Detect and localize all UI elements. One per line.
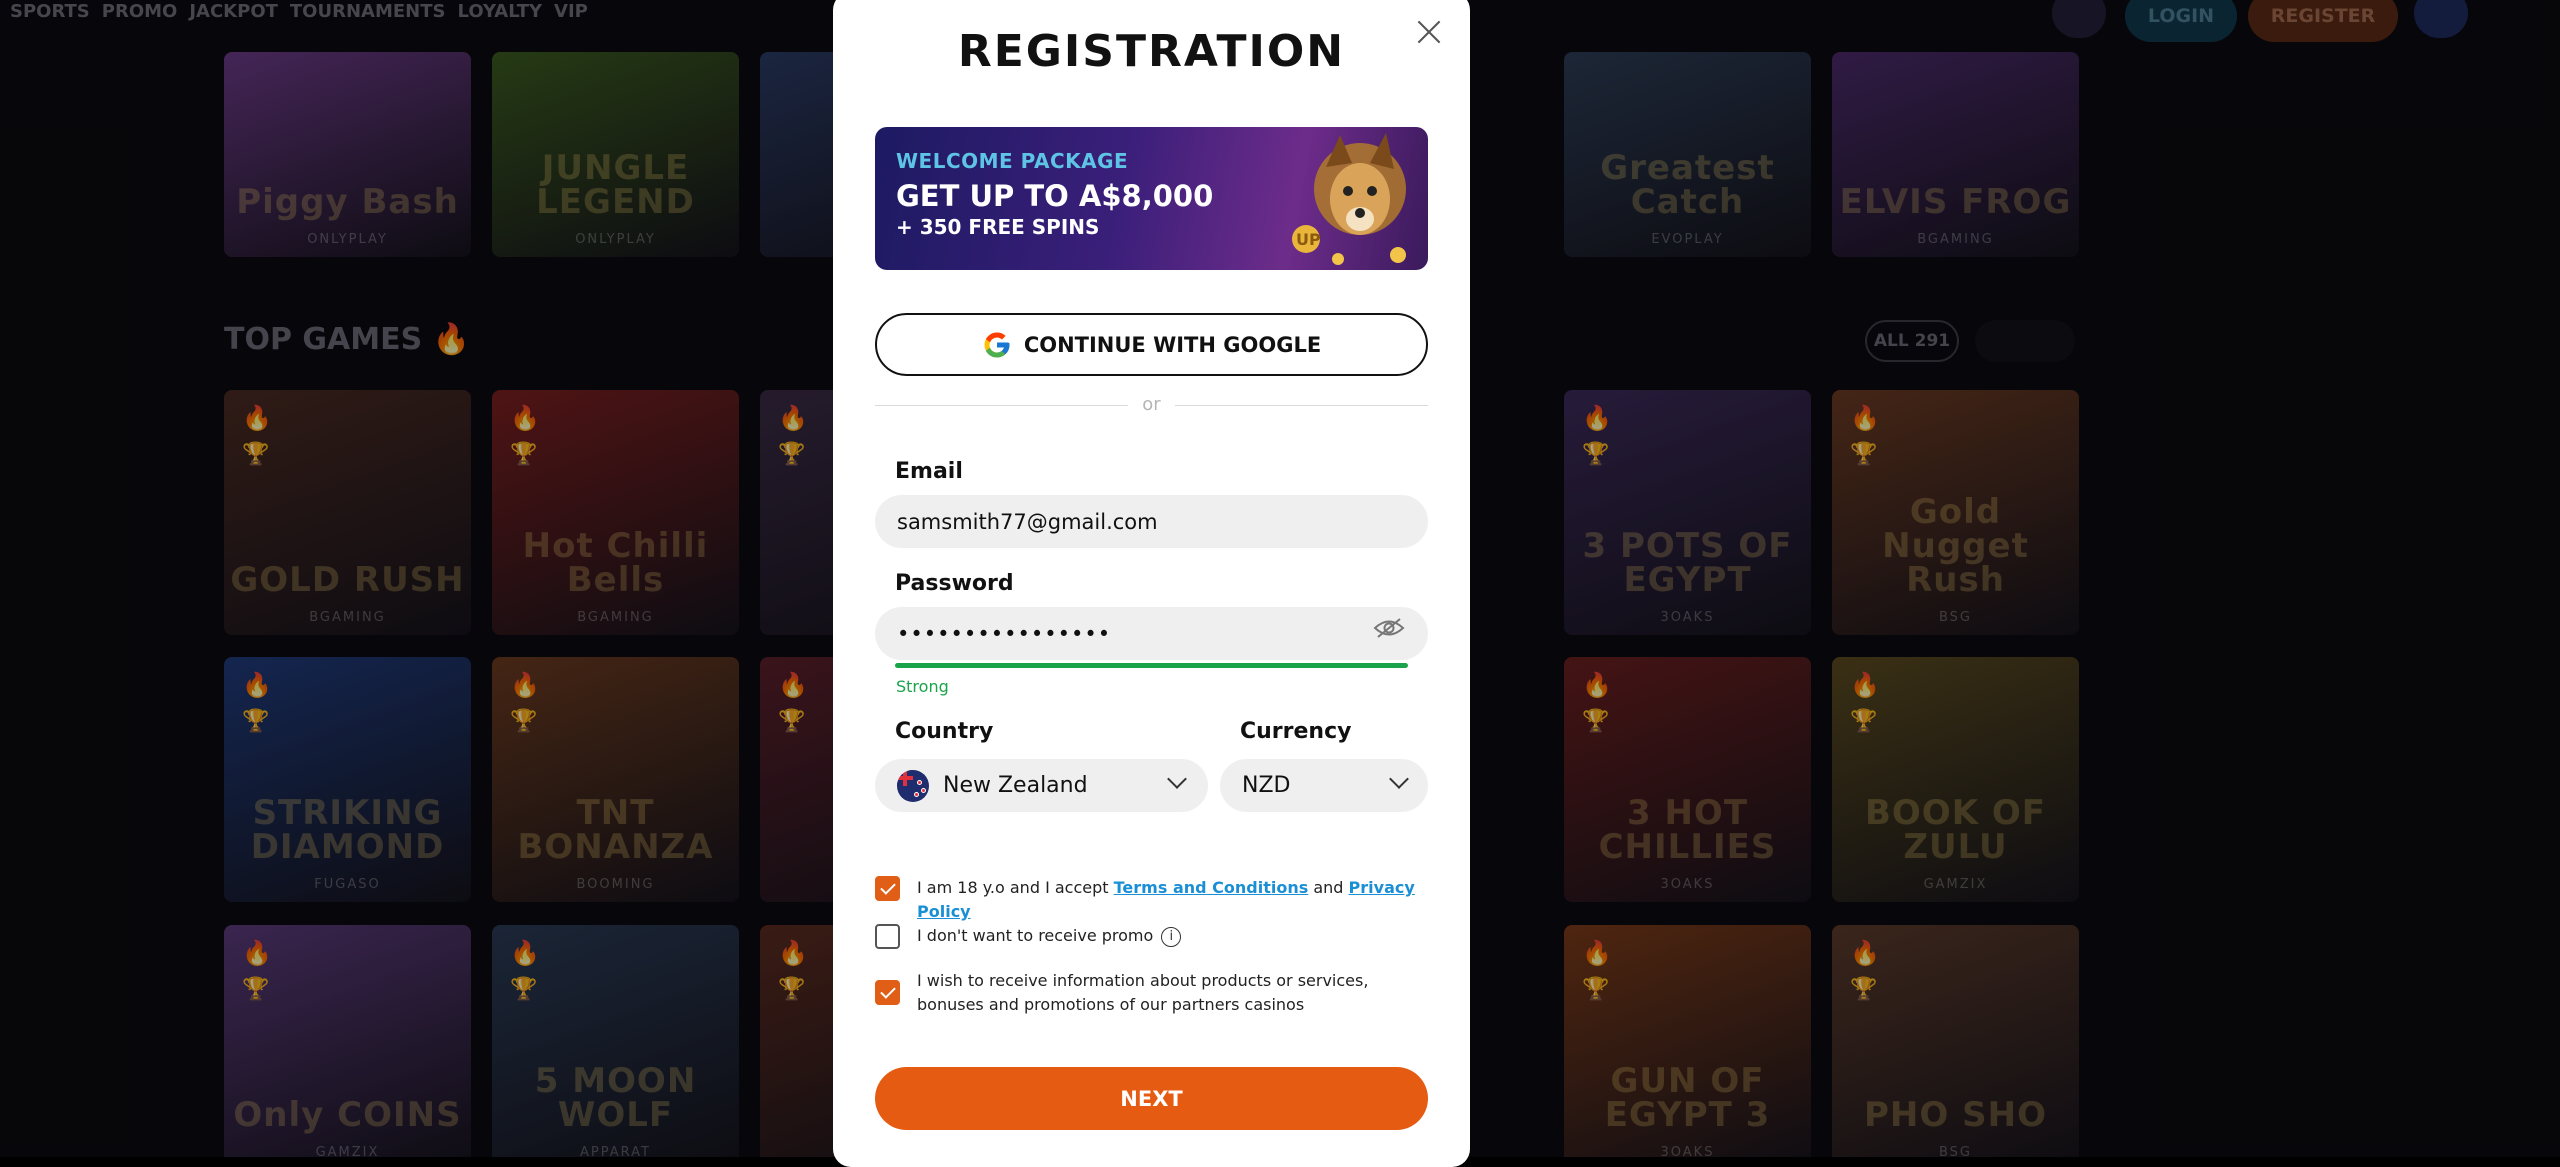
registration-modal: REGISTRATION WELCOME PACKAGE GET UP TO A… <box>833 0 1470 1167</box>
svg-text:UP: UP <box>1296 230 1321 249</box>
or-divider: or <box>875 394 1428 418</box>
password-strength-label: Strong <box>896 677 949 696</box>
age-terms-text: I am 18 y.o and I accept Terms and Condi… <box>917 876 1470 924</box>
welcome-banner: WELCOME PACKAGE GET UP TO A$8,000 + 350 … <box>875 127 1428 270</box>
country-label: Country <box>895 719 994 744</box>
modal-title: REGISTRATION <box>957 26 1346 77</box>
google-button-label: CONTINUE WITH GOOGLE <box>1023 332 1322 357</box>
or-label: or <box>1142 394 1161 415</box>
info-icon[interactable]: i <box>1161 926 1182 947</box>
country-value: New Zealand <box>943 773 1088 798</box>
password-strength-bar <box>895 663 1408 668</box>
email-field[interactable] <box>875 495 1428 548</box>
terms-link[interactable]: Terms and Conditions <box>1114 878 1309 897</box>
banner-subline: + 350 FREE SPINS <box>896 215 1100 239</box>
close-icon[interactable] <box>1411 14 1447 50</box>
country-select[interactable]: New Zealand <box>875 759 1208 812</box>
age-terms-prefix: I am 18 y.o and I accept <box>917 878 1109 897</box>
partners-info-checkbox[interactable] <box>875 980 900 1005</box>
email-label: Email <box>895 459 963 484</box>
chevron-down-icon <box>1389 769 1409 789</box>
password-field[interactable] <box>875 607 1428 660</box>
age-terms-and: and <box>1313 878 1344 897</box>
age-terms-checkbox[interactable] <box>875 876 900 901</box>
hide-password-eye-icon[interactable] <box>1373 617 1405 639</box>
partners-info-line2: bonuses and promotions of our partners c… <box>917 995 1305 1014</box>
password-label: Password <box>895 571 1014 596</box>
banner-kicker: WELCOME PACKAGE <box>896 149 1129 173</box>
continue-with-google-button[interactable]: CONTINUE WITH GOOGLE <box>875 313 1428 376</box>
partners-info-line1: I wish to receive information about prod… <box>917 971 1369 990</box>
next-button[interactable]: NEXT <box>875 1067 1428 1130</box>
currency-label: Currency <box>1240 719 1352 744</box>
currency-select[interactable]: NZD <box>1220 759 1428 812</box>
no-promo-label: I don't want to receive promo <box>917 926 1154 945</box>
wolf-mascot-icon: UP <box>1292 133 1406 265</box>
new-zealand-flag-icon <box>897 769 929 802</box>
google-icon <box>984 332 1010 357</box>
banner-headline: GET UP TO A$8,000 <box>896 179 1214 213</box>
chevron-down-icon <box>1167 769 1187 789</box>
no-promo-checkbox[interactable] <box>875 924 900 949</box>
partners-info-text: I wish to receive information about prod… <box>917 969 1368 1017</box>
currency-value: NZD <box>1242 773 1291 798</box>
no-promo-text: I don't want to receive promo i <box>917 924 1182 948</box>
